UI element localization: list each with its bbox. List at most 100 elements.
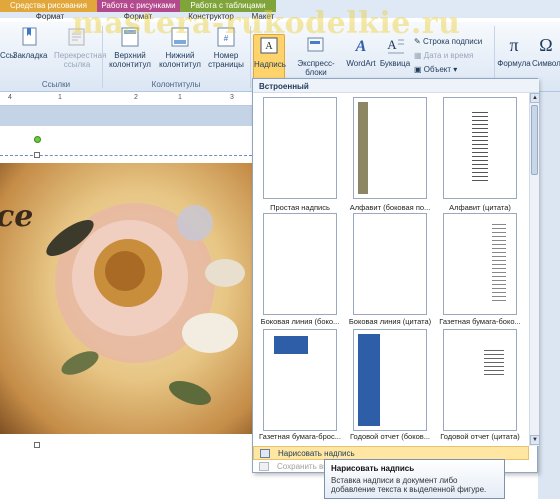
- footer-button[interactable]: Нижний колонтитул: [156, 26, 204, 69]
- wordart-label: WordArt: [346, 59, 376, 68]
- signature-line-button[interactable]: ✎ Строка подписи: [414, 36, 482, 47]
- draw-textbox-menu-item[interactable]: Нарисовать надпись: [253, 446, 529, 460]
- scroll-up-button[interactable]: ▲: [530, 93, 540, 103]
- crossref-button[interactable]: Перекрестная ссылка: [54, 26, 106, 69]
- page-number-button[interactable]: # Номер страницы: [206, 26, 246, 69]
- gallery-item-alphabet-quote[interactable]: [443, 97, 517, 199]
- flower-picture: [46, 203, 245, 406]
- contextual-tabs-bar: Средства рисования Работа с рисунками Ра…: [0, 0, 560, 21]
- gallery-item-sideline-quote[interactable]: [353, 213, 427, 315]
- datetime-button[interactable]: ▦ Дата и время: [414, 50, 473, 61]
- gallery-item-newsprint-pull[interactable]: [263, 329, 337, 431]
- sidebar-preview: [358, 334, 380, 426]
- resize-handle[interactable]: [34, 152, 40, 158]
- header-button[interactable]: Верхний колонтитул: [106, 26, 154, 69]
- object-button[interactable]: ▣ Объект ▾: [414, 64, 457, 75]
- tooltip: Нарисовать надпись Вставка надписи в док…: [324, 459, 505, 499]
- signature-label: Строка подписи: [422, 37, 483, 46]
- textbox-gallery: Встроенный Простая надпись Алфавит (боко…: [252, 78, 540, 473]
- gallery-scrollbar[interactable]: ▲ ▼: [529, 93, 540, 446]
- scroll-thumb[interactable]: [531, 105, 538, 175]
- group-links-label: Ссылки: [41, 80, 71, 89]
- ruler-tick: 2: [134, 94, 138, 101]
- tab-layout[interactable]: Макет: [248, 12, 278, 22]
- gallery-item-newsprint-side[interactable]: [443, 213, 517, 315]
- tooltip-title: Нарисовать надпись: [331, 464, 415, 473]
- gallery-item-label: Боковая линия (боко...: [260, 317, 340, 326]
- footer-icon: [171, 27, 189, 47]
- signature-icon: ✎: [414, 37, 423, 46]
- crossref-icon: [68, 28, 85, 46]
- bookmark-button[interactable]: Закладка: [12, 26, 48, 60]
- save-selection-icon: [259, 462, 269, 471]
- page-number-icon: #: [217, 27, 235, 47]
- wordart-button[interactable]: A WordArt: [344, 34, 378, 68]
- express-blocks-button[interactable]: Экспресс-блоки: [288, 34, 344, 77]
- ruler-tick: 1: [178, 94, 182, 101]
- calendar-icon: ▦: [414, 51, 424, 60]
- separator: [102, 26, 103, 88]
- gallery-item-label: Годовой отчет (боков...: [350, 432, 430, 441]
- column-preview: [492, 224, 506, 304]
- textbox-label: Надпись: [254, 60, 286, 69]
- svg-text:A: A: [387, 37, 397, 52]
- express-blocks-label: Экспресс-блоки: [297, 59, 335, 77]
- textbox-button[interactable]: A Надпись: [253, 34, 286, 80]
- formula-label: Формула: [497, 59, 531, 68]
- formula-button[interactable]: π Формула: [496, 34, 532, 68]
- gallery-item-alphabet-side[interactable]: [353, 97, 427, 199]
- resize-handle[interactable]: [34, 442, 40, 448]
- ruler-tick: 1: [58, 94, 62, 101]
- tooltip-body: Вставка надписи в документ либо добавлен…: [331, 476, 487, 494]
- crossref-label: Перекрестная ссылка: [54, 51, 107, 69]
- tab-constructor[interactable]: Конструктор: [186, 12, 236, 22]
- group-headers-label: Колонтитулы: [151, 80, 201, 89]
- gallery-item-annual-quote[interactable]: [443, 329, 517, 431]
- decorative-text: ce: [0, 199, 34, 234]
- quote-preview: [472, 112, 488, 182]
- svg-text:A: A: [355, 38, 367, 55]
- pullquote-preview: [274, 336, 308, 354]
- gallery-item-annual-side[interactable]: [353, 329, 427, 431]
- datetime-label: Дата и время: [423, 51, 474, 60]
- omega-icon: Ω: [539, 35, 553, 55]
- tab-format-picture[interactable]: Формат: [118, 12, 158, 22]
- express-blocks-icon: [307, 37, 324, 52]
- ruler-tick: 3: [230, 94, 234, 101]
- draw-textbox-icon: [260, 449, 270, 458]
- document-picture[interactable]: ce: [0, 163, 252, 434]
- right-panel: [538, 92, 560, 499]
- separator: [250, 26, 251, 88]
- object-label: Объект: [423, 65, 452, 74]
- scroll-down-button[interactable]: ▼: [530, 435, 540, 445]
- object-icon: ▣: [414, 65, 424, 74]
- svg-text:A: A: [265, 41, 273, 52]
- horizontal-ruler[interactable]: 4 1 2 1 3: [0, 92, 252, 106]
- rotation-handle[interactable]: [34, 136, 41, 143]
- symbol-button[interactable]: Ω Символ: [532, 34, 560, 68]
- gallery-item-sideline-side[interactable]: [263, 213, 337, 315]
- table-tools-header: Работа с таблицами: [180, 0, 276, 12]
- dropcap-button[interactable]: A Буквица: [378, 34, 412, 68]
- gallery-header: Встроенный: [253, 79, 539, 93]
- gallery-item-label: Годовой отчет (цитата): [440, 432, 520, 441]
- symbol-label: Символ: [532, 59, 560, 68]
- textbox-icon: A: [260, 37, 278, 54]
- bookmark-label: Закладка: [12, 51, 48, 60]
- bookmark-icon: [22, 27, 37, 46]
- header-icon: [121, 27, 139, 47]
- sidebar-preview: [358, 102, 368, 194]
- ruler-tick: 4: [8, 94, 12, 101]
- tab-format-drawing[interactable]: Формат: [30, 12, 70, 22]
- gallery-item-label: Алфавит (боковая по...: [349, 203, 431, 212]
- gallery-item-label: Газетная бумага-боко...: [439, 317, 521, 326]
- gallery-item-label: Газетная бумага-брос...: [259, 432, 341, 441]
- dropcap-icon: A: [387, 37, 404, 54]
- draw-textbox-label: Нарисовать надпись: [278, 449, 355, 458]
- svg-text:#: #: [224, 34, 229, 43]
- pi-icon: π: [509, 35, 519, 55]
- gallery-item-label: Алфавит (цитата): [449, 203, 511, 212]
- picture-tools-header: Работа с рисунками: [97, 0, 180, 12]
- gallery-item-simple[interactable]: [263, 97, 337, 199]
- gallery-item-label: Боковая линия (цитата): [348, 317, 432, 326]
